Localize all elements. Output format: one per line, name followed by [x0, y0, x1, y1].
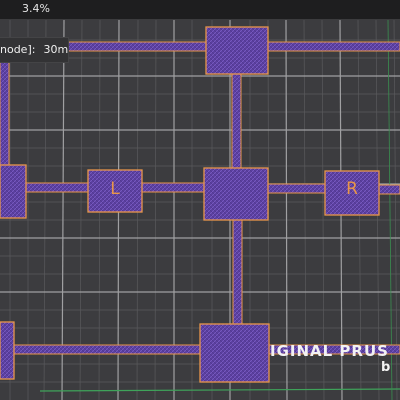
bed-logo-text-b: b [381, 360, 391, 375]
trace-mid-3 [267, 183, 326, 194]
trace-top-right [267, 41, 400, 52]
pad-center [203, 167, 269, 221]
pad-l-label: L [110, 179, 120, 199]
estimated-time-panel: node]: 30m [0, 37, 69, 63]
trace-mid-4 [378, 184, 400, 195]
pad-bottom-left [0, 321, 15, 380]
trace-center-vertical [231, 73, 242, 171]
estimated-time-label: node]: [0, 43, 36, 56]
pad-bottom-center [199, 323, 270, 383]
pad-r-label: R [346, 179, 358, 199]
progress-percentage: 3.4% [22, 2, 50, 15]
pad-left-edge [0, 164, 27, 219]
pad-top [205, 26, 269, 75]
trace-bottom [13, 344, 201, 355]
trace-mid-2 [141, 182, 205, 193]
bed-logo-text: IGINAL PRUS [270, 342, 389, 360]
estimated-time-value: 30m [43, 43, 69, 56]
trace-lower-vertical [232, 217, 243, 327]
trace-left-vertical [0, 50, 10, 167]
top-progress-bar: 3.4% [0, 0, 400, 20]
trace-mid-1 [25, 182, 89, 193]
